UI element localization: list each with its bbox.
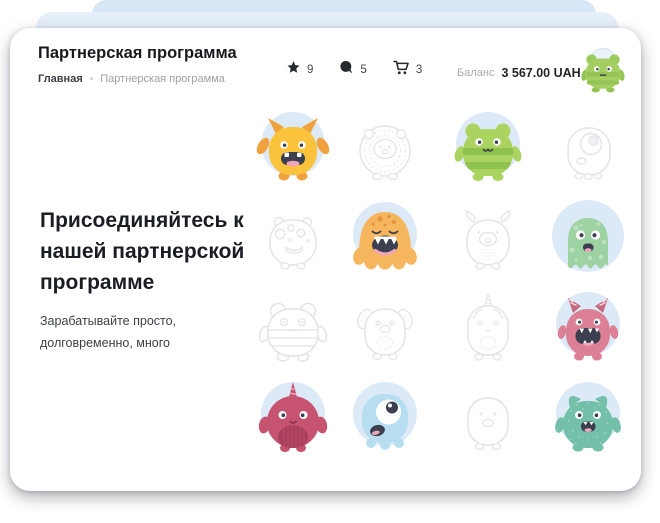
cart-icon (393, 60, 410, 80)
green-bear-monster (443, 105, 533, 195)
cyclops-monster-outline-illustration (543, 105, 633, 195)
breadcrumb-current: Партнерская программа (100, 73, 225, 85)
hero-section: Присоединяйтесь к нашей партнерской прог… (40, 205, 258, 355)
breadcrumb: Главная • Партнерская программа (38, 73, 225, 85)
multi-eye-monster-outline-illustration (248, 195, 338, 285)
striped-bear-monster-outline-illustration (248, 285, 338, 375)
green-ghost-monster-illustration (543, 195, 633, 285)
header-stats: 9 5 3 (286, 60, 422, 80)
pink-horned-monster (543, 285, 633, 375)
orange-octopus-monster (340, 195, 430, 285)
blue-cyclops-monster-illustration (340, 375, 430, 465)
green-monster-avatar-illustration (578, 45, 628, 95)
plain-monster-outline-illustration (443, 375, 533, 465)
messages-stat[interactable]: 5 (339, 60, 366, 80)
page-title: Партнерская программа (38, 44, 237, 63)
floppy-ear-monster-outline-illustration (340, 285, 430, 375)
plain-monster-outline (443, 375, 533, 465)
main-card: Партнерская программа Главная • Партнерс… (10, 28, 641, 491)
hedgehog-monster-outline (340, 105, 430, 195)
balance-dropdown[interactable]: Баланс 3 567.00 UAH (457, 64, 596, 82)
ruby-unicorn-monster-illustration (248, 375, 338, 465)
cart-count: 3 (416, 64, 422, 76)
unicorn-monster-outline (443, 285, 533, 375)
horned-goat-monster-outline (443, 195, 533, 285)
multi-eye-monster-outline (248, 195, 338, 285)
blue-cyclops-monster (340, 375, 430, 465)
cart-stat[interactable]: 3 (393, 60, 422, 80)
horned-goat-monster-outline-illustration (443, 195, 533, 285)
floppy-ear-monster-outline (340, 285, 430, 375)
yellow-horned-monster (248, 105, 338, 195)
chat-icon (339, 60, 354, 80)
unicorn-monster-outline-illustration (443, 285, 533, 375)
ruby-unicorn-monster (248, 375, 338, 465)
balance-value: 3 567.00 UAH (501, 66, 580, 80)
orange-octopus-monster-illustration (340, 195, 430, 285)
striped-bear-monster-outline (248, 285, 338, 375)
hero-subheading: Зарабатывайте просто, долговременно, мно… (40, 311, 258, 355)
balance-label: Баланс (457, 67, 494, 79)
teal-furry-monster-illustration (543, 375, 633, 465)
star-icon (286, 60, 301, 80)
breadcrumb-home-link[interactable]: Главная (38, 73, 83, 85)
pink-horned-monster-illustration (543, 285, 633, 375)
messages-count: 5 (360, 64, 366, 76)
yellow-horned-monster-illustration (248, 105, 338, 195)
green-ghost-monster (543, 195, 633, 285)
hedgehog-monster-outline-illustration (340, 105, 430, 195)
green-bear-monster-illustration (443, 105, 533, 195)
teal-furry-monster (543, 375, 633, 465)
page: Партнерская программа Главная • Партнерс… (0, 0, 660, 523)
breadcrumb-separator: • (90, 74, 94, 85)
user-avatar[interactable] (578, 45, 628, 95)
hero-heading: Присоединяйтесь к нашей партнерской прог… (40, 205, 258, 298)
favorites-stat[interactable]: 9 (286, 60, 313, 80)
cyclops-monster-outline (543, 105, 633, 195)
favorites-count: 9 (307, 64, 313, 76)
